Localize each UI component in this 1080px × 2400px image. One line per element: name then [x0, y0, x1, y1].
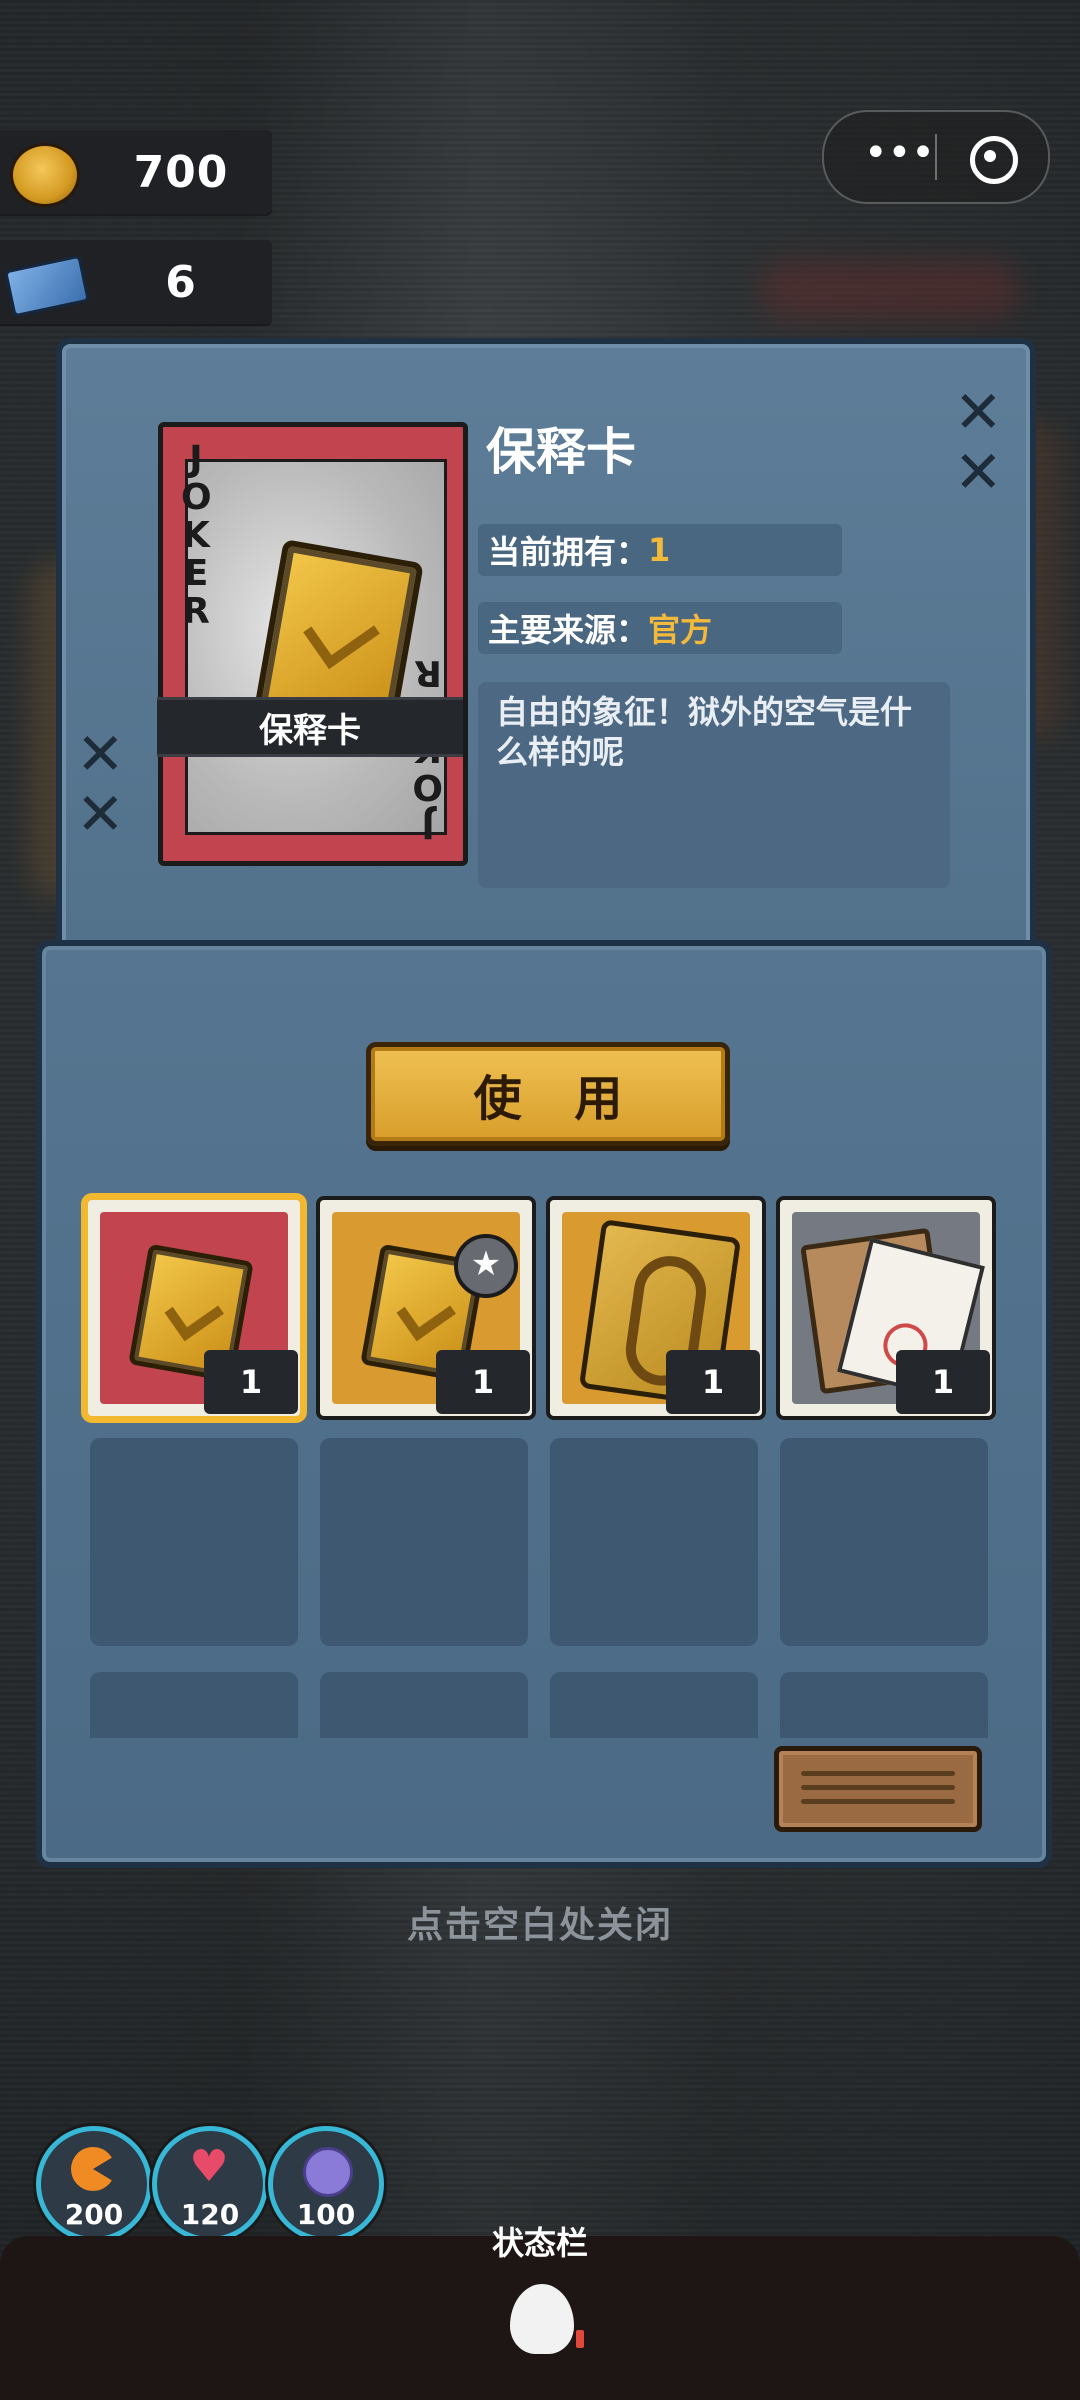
owned-label: 当前拥有： — [488, 533, 649, 571]
star-icon: ★ — [454, 1234, 518, 1298]
flame-mark — [576, 2330, 584, 2348]
background-sign — [760, 260, 1020, 320]
slot-count: 1 — [896, 1350, 990, 1414]
inventory-slot-rope-card[interactable]: 1 — [546, 1196, 766, 1420]
slot-count: 1 — [204, 1350, 298, 1414]
inventory-slot-empty[interactable] — [550, 1672, 758, 1738]
coin-icon — [10, 143, 80, 207]
inventory-slot-empty[interactable] — [550, 1438, 758, 1646]
more-dots-icon[interactable]: ••• — [864, 133, 935, 173]
item-description-box: 自由的象征！狱外的空气是什么样的呢 — [478, 682, 950, 888]
card-corner-text: JOKER — [181, 439, 212, 632]
use-button[interactable]: 使 用 — [366, 1042, 730, 1146]
coin-counter: 700 — [0, 130, 272, 214]
stitch-mark: ✕ ✕ — [954, 378, 1003, 506]
brain-icon — [303, 2147, 353, 2197]
target-icon[interactable] — [970, 136, 1018, 184]
ticket-icon — [3, 254, 91, 318]
stitch-mark: ✕ ✕ — [76, 720, 125, 848]
slot-count: 1 — [436, 1350, 530, 1414]
source-label: 主要来源： — [488, 611, 649, 649]
card-label: 保释卡 — [157, 697, 463, 757]
card-corner-top: JOKER — [181, 439, 212, 632]
close-hint: 点击空白处关闭 — [406, 1905, 673, 1946]
ticket-amount: 6 — [165, 256, 197, 308]
source-row: 主要来源： 官方 — [478, 602, 842, 654]
coin-amount: 700 — [133, 146, 229, 198]
inventory-slot-empty[interactable] — [90, 1672, 298, 1738]
item-description: 自由的象征！狱外的空气是什么样的呢 — [496, 693, 913, 771]
sort-button[interactable] — [774, 1746, 982, 1832]
owned-row: 当前拥有： 1 — [478, 524, 842, 576]
inventory-slot-empty[interactable] — [780, 1438, 988, 1646]
heart-icon: ♥ — [189, 2141, 229, 2192]
owned-value: 1 — [648, 531, 671, 569]
item-card: JOKER JOKER 保释卡 — [157, 422, 468, 866]
inventory-slot-empty[interactable] — [320, 1438, 528, 1646]
inventory-slot-empty[interactable] — [90, 1438, 298, 1646]
inventory-slot-document-envelope[interactable]: 1 — [776, 1196, 996, 1420]
card-face — [185, 459, 447, 835]
inventory-slot-bail-card-plus[interactable]: ★ 1 — [316, 1196, 536, 1420]
source-value: 官方 — [648, 611, 713, 649]
miniprogram-capsule: ••• — [822, 110, 1050, 204]
ticket-counter: 6 — [0, 240, 272, 324]
slot-count: 1 — [666, 1350, 760, 1414]
inventory-slot-bail-card[interactable]: 1 — [84, 1196, 304, 1420]
inventory-slot-empty[interactable] — [320, 1672, 528, 1738]
inventory-slot-empty[interactable] — [780, 1672, 988, 1738]
item-title: 保释卡 — [486, 423, 636, 481]
status-bar-title: 状态栏 — [491, 2224, 588, 2262]
capsule-divider — [935, 134, 937, 180]
hunger-icon — [71, 2147, 115, 2191]
